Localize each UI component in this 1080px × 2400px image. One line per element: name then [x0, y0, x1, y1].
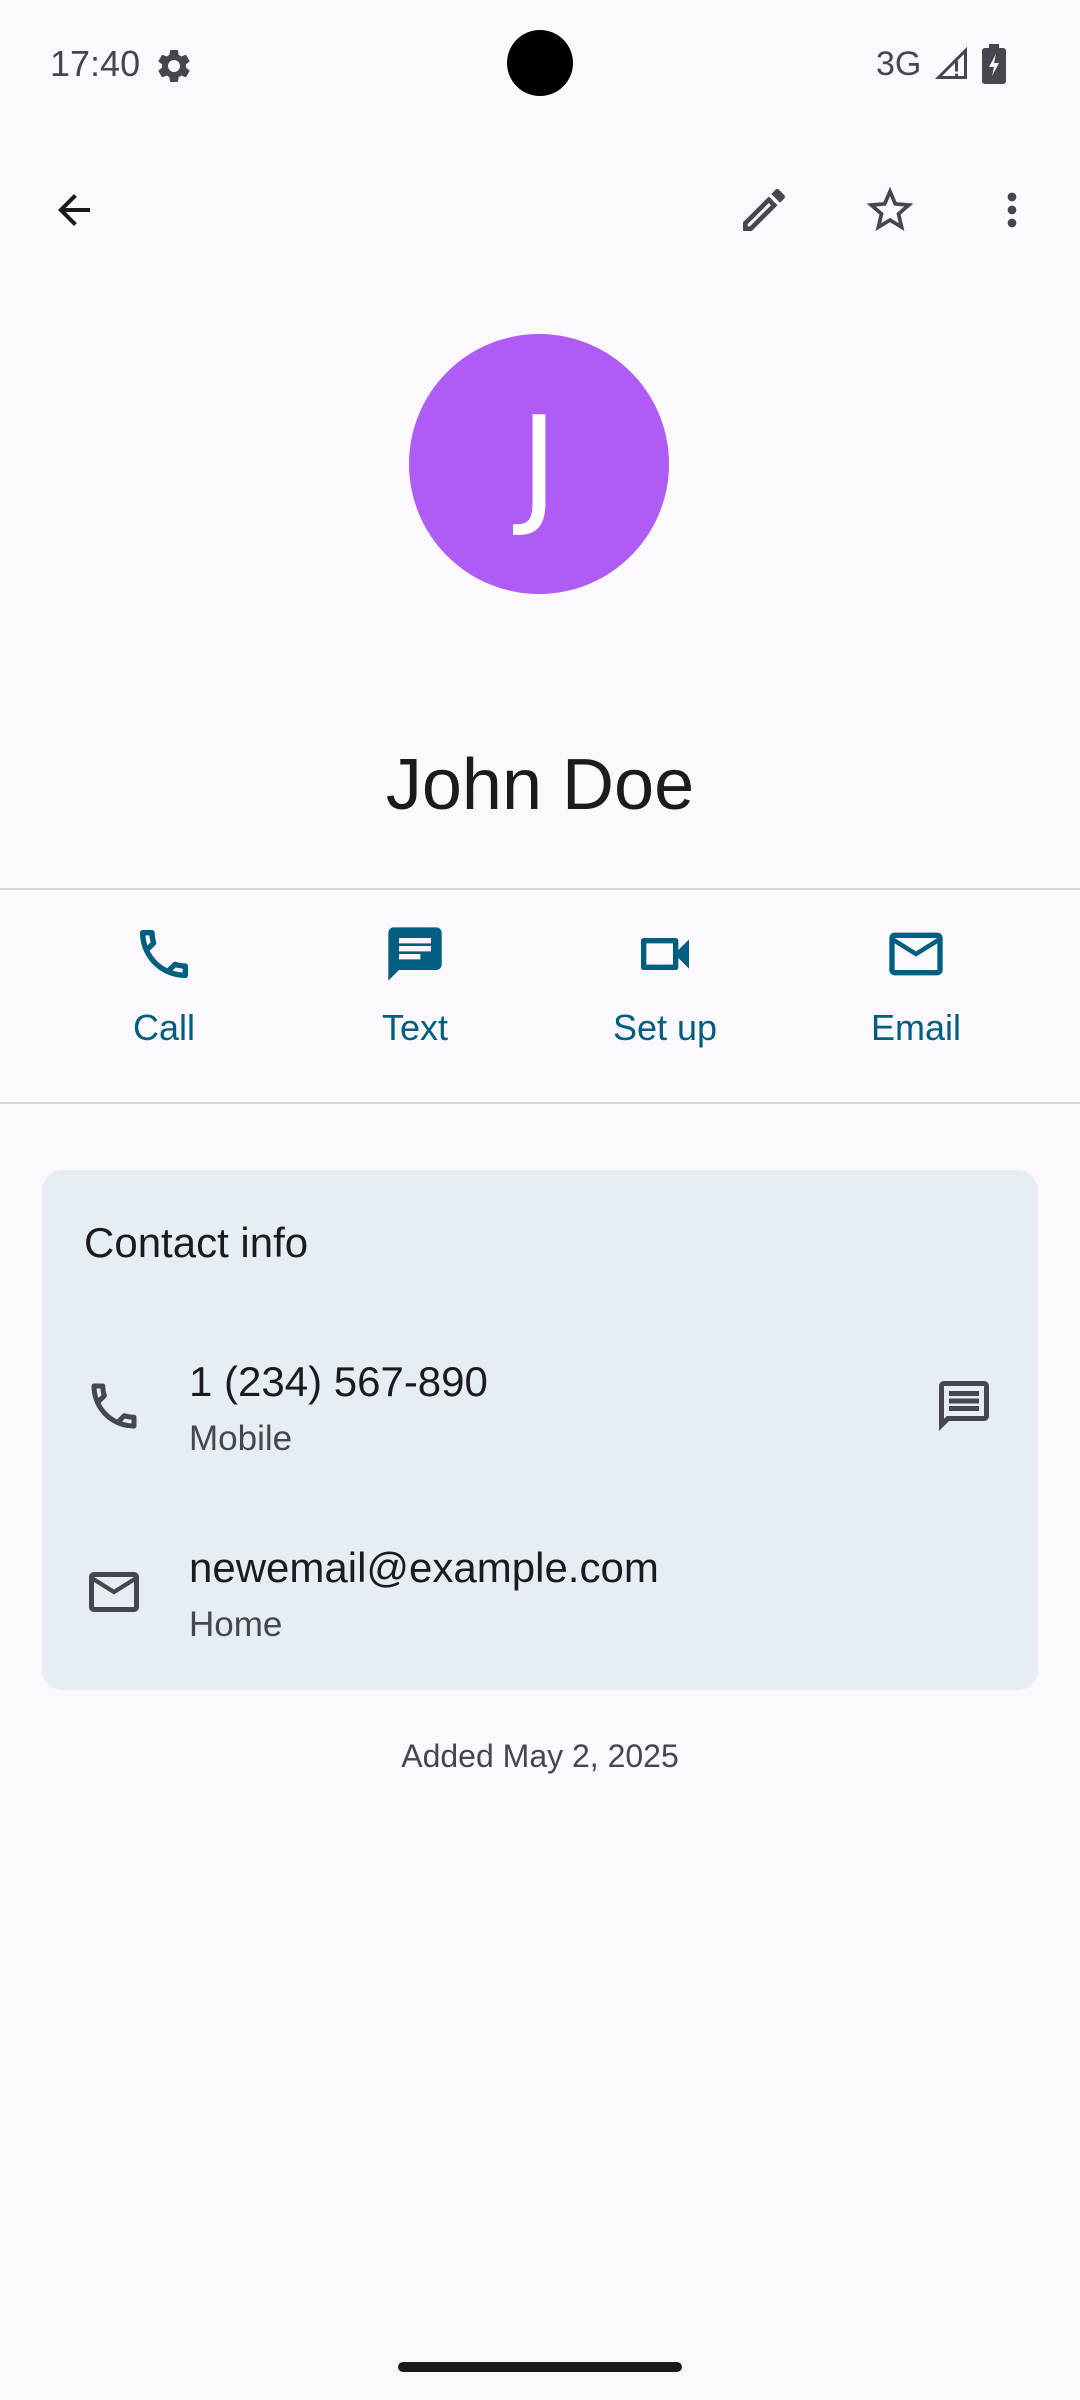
settings-gear-icon: [158, 49, 190, 82]
mail-icon: [89, 1572, 139, 1612]
email-type: Home: [189, 1605, 283, 1644]
more-vert-icon: [1007, 192, 1017, 228]
video-setup-action-button[interactable]: Set up: [545, 922, 785, 1062]
back-arrow-icon: [58, 194, 90, 226]
message-icon: [388, 927, 442, 981]
edit-pencil-icon: [743, 188, 786, 231]
email-action-label: Email: [870, 1007, 962, 1048]
avatar: J: [409, 334, 669, 594]
star-outline-icon: [866, 186, 914, 231]
status-time: 17:40: [50, 43, 141, 84]
call-action-label: Call: [132, 1007, 195, 1048]
phone-number: 1 (234) 567-890: [189, 1358, 488, 1405]
video-camera-icon: [641, 938, 689, 970]
phone-icon: [91, 1383, 137, 1429]
phone-type: Mobile: [189, 1419, 293, 1458]
text-action-button[interactable]: Text: [295, 922, 535, 1062]
battery-charging-icon: [982, 44, 1006, 84]
divider-bottom: [0, 1102, 1080, 1104]
signal-icon: [934, 46, 967, 79]
favorite-button[interactable]: [842, 162, 938, 258]
message-icon: [939, 1381, 989, 1431]
text-action-label: Text: [381, 1007, 449, 1048]
home-indicator[interactable]: [398, 2362, 682, 2372]
call-action-button[interactable]: Call: [44, 922, 284, 1062]
divider-top: [0, 888, 1080, 890]
email-address: newemail@example.com: [189, 1544, 659, 1591]
phone-row[interactable]: [42, 1330, 892, 1490]
email-row[interactable]: [42, 1516, 1038, 1676]
email-action-button[interactable]: Email: [796, 922, 1036, 1062]
mail-icon: [889, 932, 943, 976]
camera-cutout: [507, 30, 573, 96]
contact-info-title: Contact info: [84, 1219, 309, 1266]
send-message-button[interactable]: [916, 1358, 1012, 1454]
video-setup-action-label: Set up: [612, 1007, 718, 1048]
network-type: 3G: [876, 45, 922, 83]
more-options-button[interactable]: [964, 162, 1060, 258]
contact-name: John Doe: [385, 745, 695, 825]
edit-button[interactable]: [716, 162, 812, 258]
avatar-initial: J: [519, 388, 559, 540]
added-date: Added May 2, 2025: [401, 1738, 679, 1774]
phone-icon: [140, 930, 188, 978]
back-button[interactable]: [26, 162, 122, 258]
